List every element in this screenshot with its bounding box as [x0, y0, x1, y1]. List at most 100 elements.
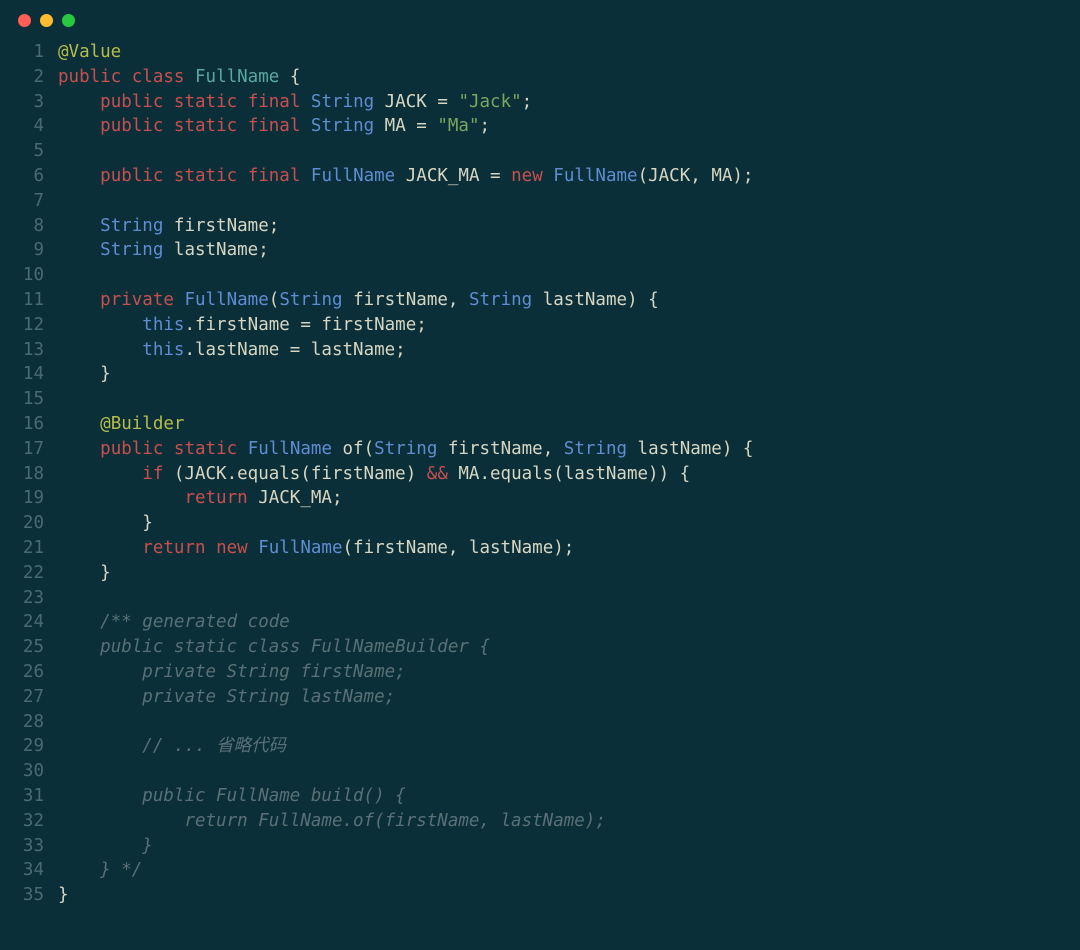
token-keyword: public	[100, 166, 163, 186]
token-annotation: @Builder	[100, 414, 184, 434]
code-line: 32 return FullName.of(firstName, lastNam…	[10, 809, 1060, 834]
token-ident: (	[269, 290, 280, 310]
line-content: }	[58, 511, 153, 536]
token-ident: firstName;	[163, 216, 279, 236]
code-line: 30	[10, 759, 1060, 784]
token-ident: .lastName = lastName;	[184, 340, 405, 360]
token-ident: }	[58, 364, 111, 384]
line-number: 23	[10, 586, 44, 611]
line-content: /** generated code	[58, 610, 290, 635]
code-line: 33 }	[10, 834, 1060, 859]
token-ident: ;	[522, 92, 533, 112]
token-ident: (JACK, MA);	[638, 166, 754, 186]
line-number: 33	[10, 834, 44, 859]
line-number: 24	[10, 610, 44, 635]
token-string: "Ma"	[437, 116, 479, 136]
token-keyword: public	[100, 116, 163, 136]
token-classname: FullName	[195, 67, 279, 87]
line-content: return JACK_MA;	[58, 486, 342, 511]
line-content: public static class FullNameBuilder {	[58, 635, 490, 660]
token-ident	[58, 464, 142, 484]
token-ident	[543, 166, 554, 186]
token-ident	[206, 538, 217, 558]
line-content: }	[58, 561, 111, 586]
token-ident: of(	[332, 439, 374, 459]
token-ident	[163, 116, 174, 136]
token-keyword: private	[100, 290, 174, 310]
token-type: FullName	[553, 166, 637, 186]
token-ident	[58, 166, 100, 186]
token-ident	[58, 340, 142, 360]
token-type: FullName	[184, 290, 268, 310]
maximize-icon[interactable]	[62, 14, 75, 27]
token-keyword: final	[248, 92, 301, 112]
line-content: public static FullName of(String firstNa…	[58, 437, 753, 462]
code-line: 7	[10, 189, 1060, 214]
token-ident	[237, 166, 248, 186]
code-line: 26 private String firstName;	[10, 660, 1060, 685]
code-line: 22 }	[10, 561, 1060, 586]
token-type: String	[374, 439, 437, 459]
token-keyword: static	[174, 92, 237, 112]
token-keyword: public	[100, 92, 163, 112]
line-number: 30	[10, 759, 44, 784]
code-line: 19 return JACK_MA;	[10, 486, 1060, 511]
close-icon[interactable]	[18, 14, 31, 27]
line-number: 26	[10, 660, 44, 685]
line-number: 3	[10, 90, 44, 115]
token-comment: public static class FullNameBuilder {	[100, 637, 490, 657]
line-number: 20	[10, 511, 44, 536]
token-keyword: final	[248, 116, 301, 136]
token-ident	[58, 439, 100, 459]
token-keyword: new	[216, 538, 248, 558]
line-content: if (JACK.equals(firstName) && MA.equals(…	[58, 462, 690, 487]
line-number: 15	[10, 387, 44, 412]
code-line: 35}	[10, 883, 1060, 908]
code-line: 2public class FullName {	[10, 65, 1060, 90]
token-annotation: @Value	[58, 42, 121, 62]
line-content: private FullName(String firstName, Strin…	[58, 288, 659, 313]
token-ident	[237, 439, 248, 459]
line-number: 25	[10, 635, 44, 660]
code-line: 27 private String lastName;	[10, 685, 1060, 710]
token-type: String	[311, 92, 374, 112]
line-content: } */	[58, 858, 142, 883]
token-ident	[58, 116, 100, 136]
token-ident	[58, 637, 100, 657]
token-ident: {	[279, 67, 300, 87]
token-ident	[300, 92, 311, 112]
token-this: this	[142, 315, 184, 335]
token-type: String	[100, 240, 163, 260]
line-content: return FullName.of(firstName, lastName);	[58, 809, 606, 834]
code-window: 1@Value2public class FullName {3 public …	[0, 0, 1080, 950]
token-comment: }	[142, 836, 153, 856]
token-keyword: if	[142, 464, 163, 484]
token-ident	[58, 538, 142, 558]
code-line: 14 }	[10, 362, 1060, 387]
token-keyword: final	[248, 166, 301, 186]
line-content: this.firstName = firstName;	[58, 313, 427, 338]
line-content: public static final String JACK = "Jack"…	[58, 90, 532, 115]
token-keyword: &&	[427, 464, 448, 484]
token-comment: return FullName.of(firstName, lastName);	[184, 811, 605, 831]
token-comment: /** generated code	[100, 612, 290, 632]
code-line: 25 public static class FullNameBuilder {	[10, 635, 1060, 660]
token-ident: lastName;	[163, 240, 268, 260]
code-line: 15	[10, 387, 1060, 412]
token-ident	[58, 736, 142, 756]
token-ident: JACK_MA =	[395, 166, 511, 186]
token-ident: lastName) {	[627, 439, 753, 459]
minimize-icon[interactable]	[40, 14, 53, 27]
token-ident	[237, 92, 248, 112]
token-ident	[58, 662, 142, 682]
code-area: 1@Value2public class FullName {3 public …	[0, 40, 1080, 928]
line-content: public class FullName {	[58, 65, 300, 90]
token-type: String	[564, 439, 627, 459]
line-content: }	[58, 362, 111, 387]
token-ident	[58, 612, 100, 632]
token-ident: }	[58, 513, 153, 533]
line-number: 31	[10, 784, 44, 809]
code-line: 9 String lastName;	[10, 238, 1060, 263]
token-type: FullName	[311, 166, 395, 186]
token-ident	[58, 687, 142, 707]
